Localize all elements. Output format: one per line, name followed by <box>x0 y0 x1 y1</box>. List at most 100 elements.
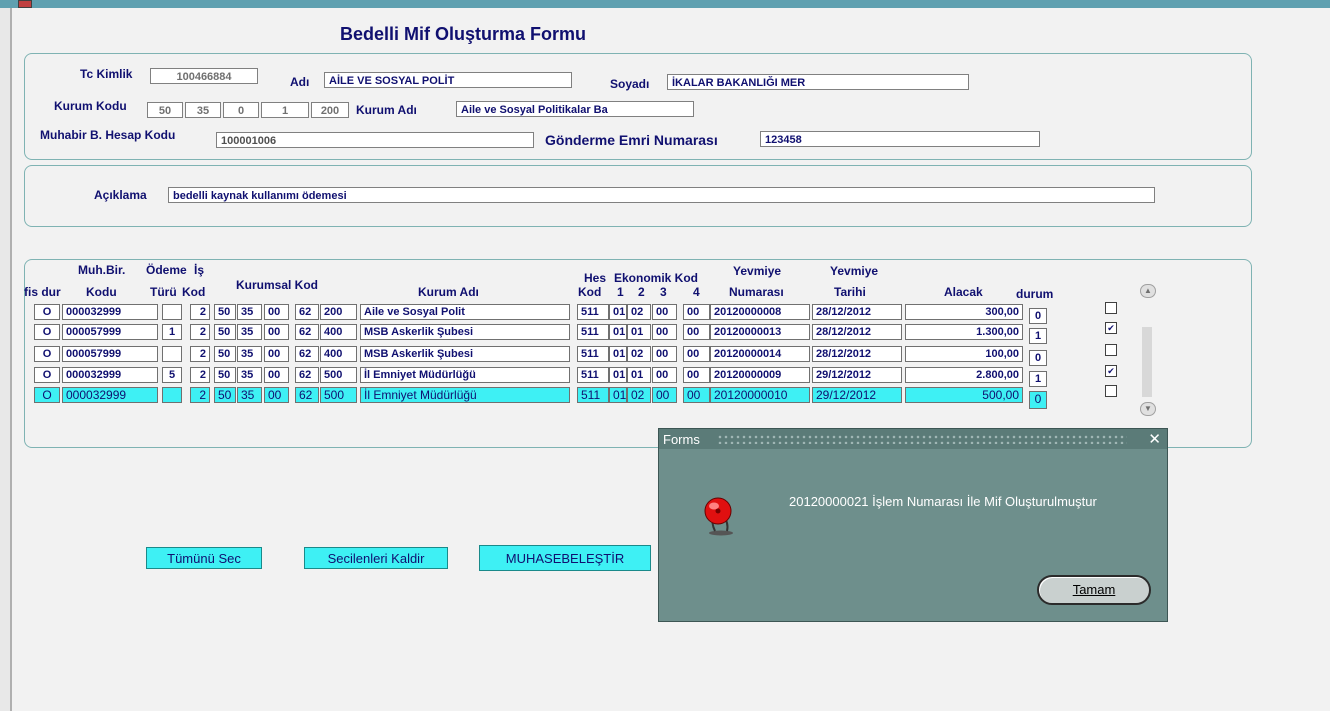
cell-odeme[interactable] <box>162 304 182 320</box>
muhasebelestir-button[interactable]: MUHASEBELEŞTİR <box>479 545 651 571</box>
cell-kurum-adi[interactable]: Aile ve Sosyal Polit <box>360 304 570 320</box>
cell-hes[interactable]: 511 <box>577 304 609 320</box>
cell-k3[interactable]: 00 <box>264 367 289 383</box>
cell-alacak[interactable]: 500,00 <box>905 387 1023 403</box>
cell-e4[interactable]: 00 <box>683 387 710 403</box>
tamam-button[interactable]: Tamam <box>1037 575 1151 605</box>
cell-durum[interactable]: 1 <box>1029 328 1047 344</box>
tumunu-sec-button[interactable]: Tümünü Sec <box>146 547 262 569</box>
kurum-kodu-5[interactable]: 200 <box>311 102 349 118</box>
cell-e1[interactable]: 01 <box>609 346 627 362</box>
cell-e3[interactable]: 00 <box>652 387 677 403</box>
cell-k2[interactable]: 35 <box>237 367 262 383</box>
cell-k5[interactable]: 500 <box>320 387 357 403</box>
cell-yev-tarih[interactable]: 28/12/2012 <box>812 346 902 362</box>
cell-is[interactable]: 2 <box>190 324 210 340</box>
cell-e3[interactable]: 00 <box>652 367 677 383</box>
cell-odeme[interactable] <box>162 346 182 362</box>
kurum-adi-field[interactable]: Aile ve Sosyal Politikalar Ba <box>456 101 694 117</box>
cell-k1[interactable]: 50 <box>214 387 236 403</box>
cell-is[interactable]: 2 <box>190 367 210 383</box>
cell-kodu[interactable]: 000057999 <box>62 324 158 340</box>
cell-k3[interactable]: 00 <box>264 304 289 320</box>
cell-e3[interactable]: 00 <box>652 304 677 320</box>
cell-e4[interactable]: 00 <box>683 346 710 362</box>
cell-yev-no[interactable]: 20120000013 <box>710 324 810 340</box>
cell-e4[interactable]: 00 <box>683 304 710 320</box>
adi-field[interactable]: AİLE VE SOSYAL POLİT <box>324 72 572 88</box>
cell-k3[interactable]: 00 <box>264 387 289 403</box>
cell-kurum-adi[interactable]: İl Emniyet Müdürlüğü <box>360 367 570 383</box>
cell-hes[interactable]: 511 <box>577 324 609 340</box>
tc-field[interactable]: 100466884 <box>150 68 258 84</box>
cell-yev-tarih[interactable]: 29/12/2012 <box>812 367 902 383</box>
cell-k1[interactable]: 50 <box>214 304 236 320</box>
cell-k5[interactable]: 500 <box>320 367 357 383</box>
kurum-kodu-2[interactable]: 35 <box>185 102 221 118</box>
cell-yev-no[interactable]: 20120000009 <box>710 367 810 383</box>
dialog-title-bar[interactable]: Forms ✕ <box>659 429 1167 449</box>
cell-e4[interactable]: 00 <box>683 324 710 340</box>
scroll-track[interactable] <box>1142 327 1152 397</box>
cell-odeme[interactable]: 1 <box>162 324 182 340</box>
cell-hes[interactable]: 511 <box>577 346 609 362</box>
cell-fis[interactable]: O <box>34 346 60 362</box>
cell-k1[interactable]: 50 <box>214 324 236 340</box>
cell-kodu[interactable]: 000032999 <box>62 304 158 320</box>
cell-k1[interactable]: 50 <box>214 367 236 383</box>
cell-k3[interactable]: 00 <box>264 324 289 340</box>
cell-odeme[interactable]: 5 <box>162 367 182 383</box>
cell-k5[interactable]: 200 <box>320 304 357 320</box>
cell-hes[interactable]: 511 <box>577 367 609 383</box>
cell-e1[interactable]: 01 <box>609 387 627 403</box>
cell-k4[interactable]: 62 <box>295 324 319 340</box>
cell-yev-tarih[interactable]: 29/12/2012 <box>812 387 902 403</box>
cell-fis[interactable]: O <box>34 304 60 320</box>
cell-k5[interactable]: 400 <box>320 324 357 340</box>
cell-k3[interactable]: 00 <box>264 346 289 362</box>
cell-alacak[interactable]: 2.800,00 <box>905 367 1023 383</box>
cell-kurum-adi[interactable]: MSB Askerlik Şubesi <box>360 346 570 362</box>
row-checkbox[interactable]: ✔ <box>1105 365 1117 377</box>
cell-k2[interactable]: 35 <box>237 387 262 403</box>
cell-e1[interactable]: 01 <box>609 324 627 340</box>
cell-fis[interactable]: O <box>34 324 60 340</box>
cell-k4[interactable]: 62 <box>295 367 319 383</box>
cell-e2[interactable]: 01 <box>627 324 651 340</box>
row-checkbox[interactable] <box>1105 302 1117 314</box>
cell-e4[interactable]: 00 <box>683 367 710 383</box>
row-checkbox[interactable]: ✔ <box>1105 322 1117 334</box>
cell-alacak[interactable]: 1.300,00 <box>905 324 1023 340</box>
cell-e2[interactable]: 02 <box>627 387 651 403</box>
cell-yev-no[interactable]: 20120000014 <box>710 346 810 362</box>
cell-e1[interactable]: 01 <box>609 304 627 320</box>
cell-k2[interactable]: 35 <box>237 304 262 320</box>
cell-durum[interactable]: 1 <box>1029 371 1047 387</box>
muhabir-field[interactable]: 100001006 <box>216 132 534 148</box>
cell-k4[interactable]: 62 <box>295 304 319 320</box>
kurum-kodu-3[interactable]: 0 <box>223 102 259 118</box>
cell-kurum-adi[interactable]: İl Emniyet Müdürlüğü <box>360 387 570 403</box>
cell-alacak[interactable]: 100,00 <box>905 346 1023 362</box>
kurum-kodu-4[interactable]: 1 <box>261 102 309 118</box>
cell-hes[interactable]: 511 <box>577 387 609 403</box>
cell-k2[interactable]: 35 <box>237 346 262 362</box>
cell-k4[interactable]: 62 <box>295 346 319 362</box>
cell-durum[interactable]: 0 <box>1029 350 1047 366</box>
cell-yev-tarih[interactable]: 28/12/2012 <box>812 304 902 320</box>
cell-kodu[interactable]: 000057999 <box>62 346 158 362</box>
grid-scrollbar[interactable]: ▲ ▼ <box>1138 282 1156 416</box>
kurum-kodu-1[interactable]: 50 <box>147 102 183 118</box>
cell-kurum-adi[interactable]: MSB Askerlik Şubesi <box>360 324 570 340</box>
cell-alacak[interactable]: 300,00 <box>905 304 1023 320</box>
row-checkbox[interactable] <box>1105 344 1117 356</box>
secilenleri-kaldir-button[interactable]: Secilenleri Kaldir <box>304 547 448 569</box>
cell-e3[interactable]: 00 <box>652 324 677 340</box>
scroll-down-icon[interactable]: ▼ <box>1140 402 1156 416</box>
scroll-up-icon[interactable]: ▲ <box>1140 284 1156 298</box>
cell-fis[interactable]: O <box>34 367 60 383</box>
close-icon[interactable]: ✕ <box>1148 430 1161 448</box>
row-checkbox[interactable] <box>1105 385 1117 397</box>
cell-durum[interactable]: 0 <box>1029 308 1047 324</box>
cell-k2[interactable]: 35 <box>237 324 262 340</box>
